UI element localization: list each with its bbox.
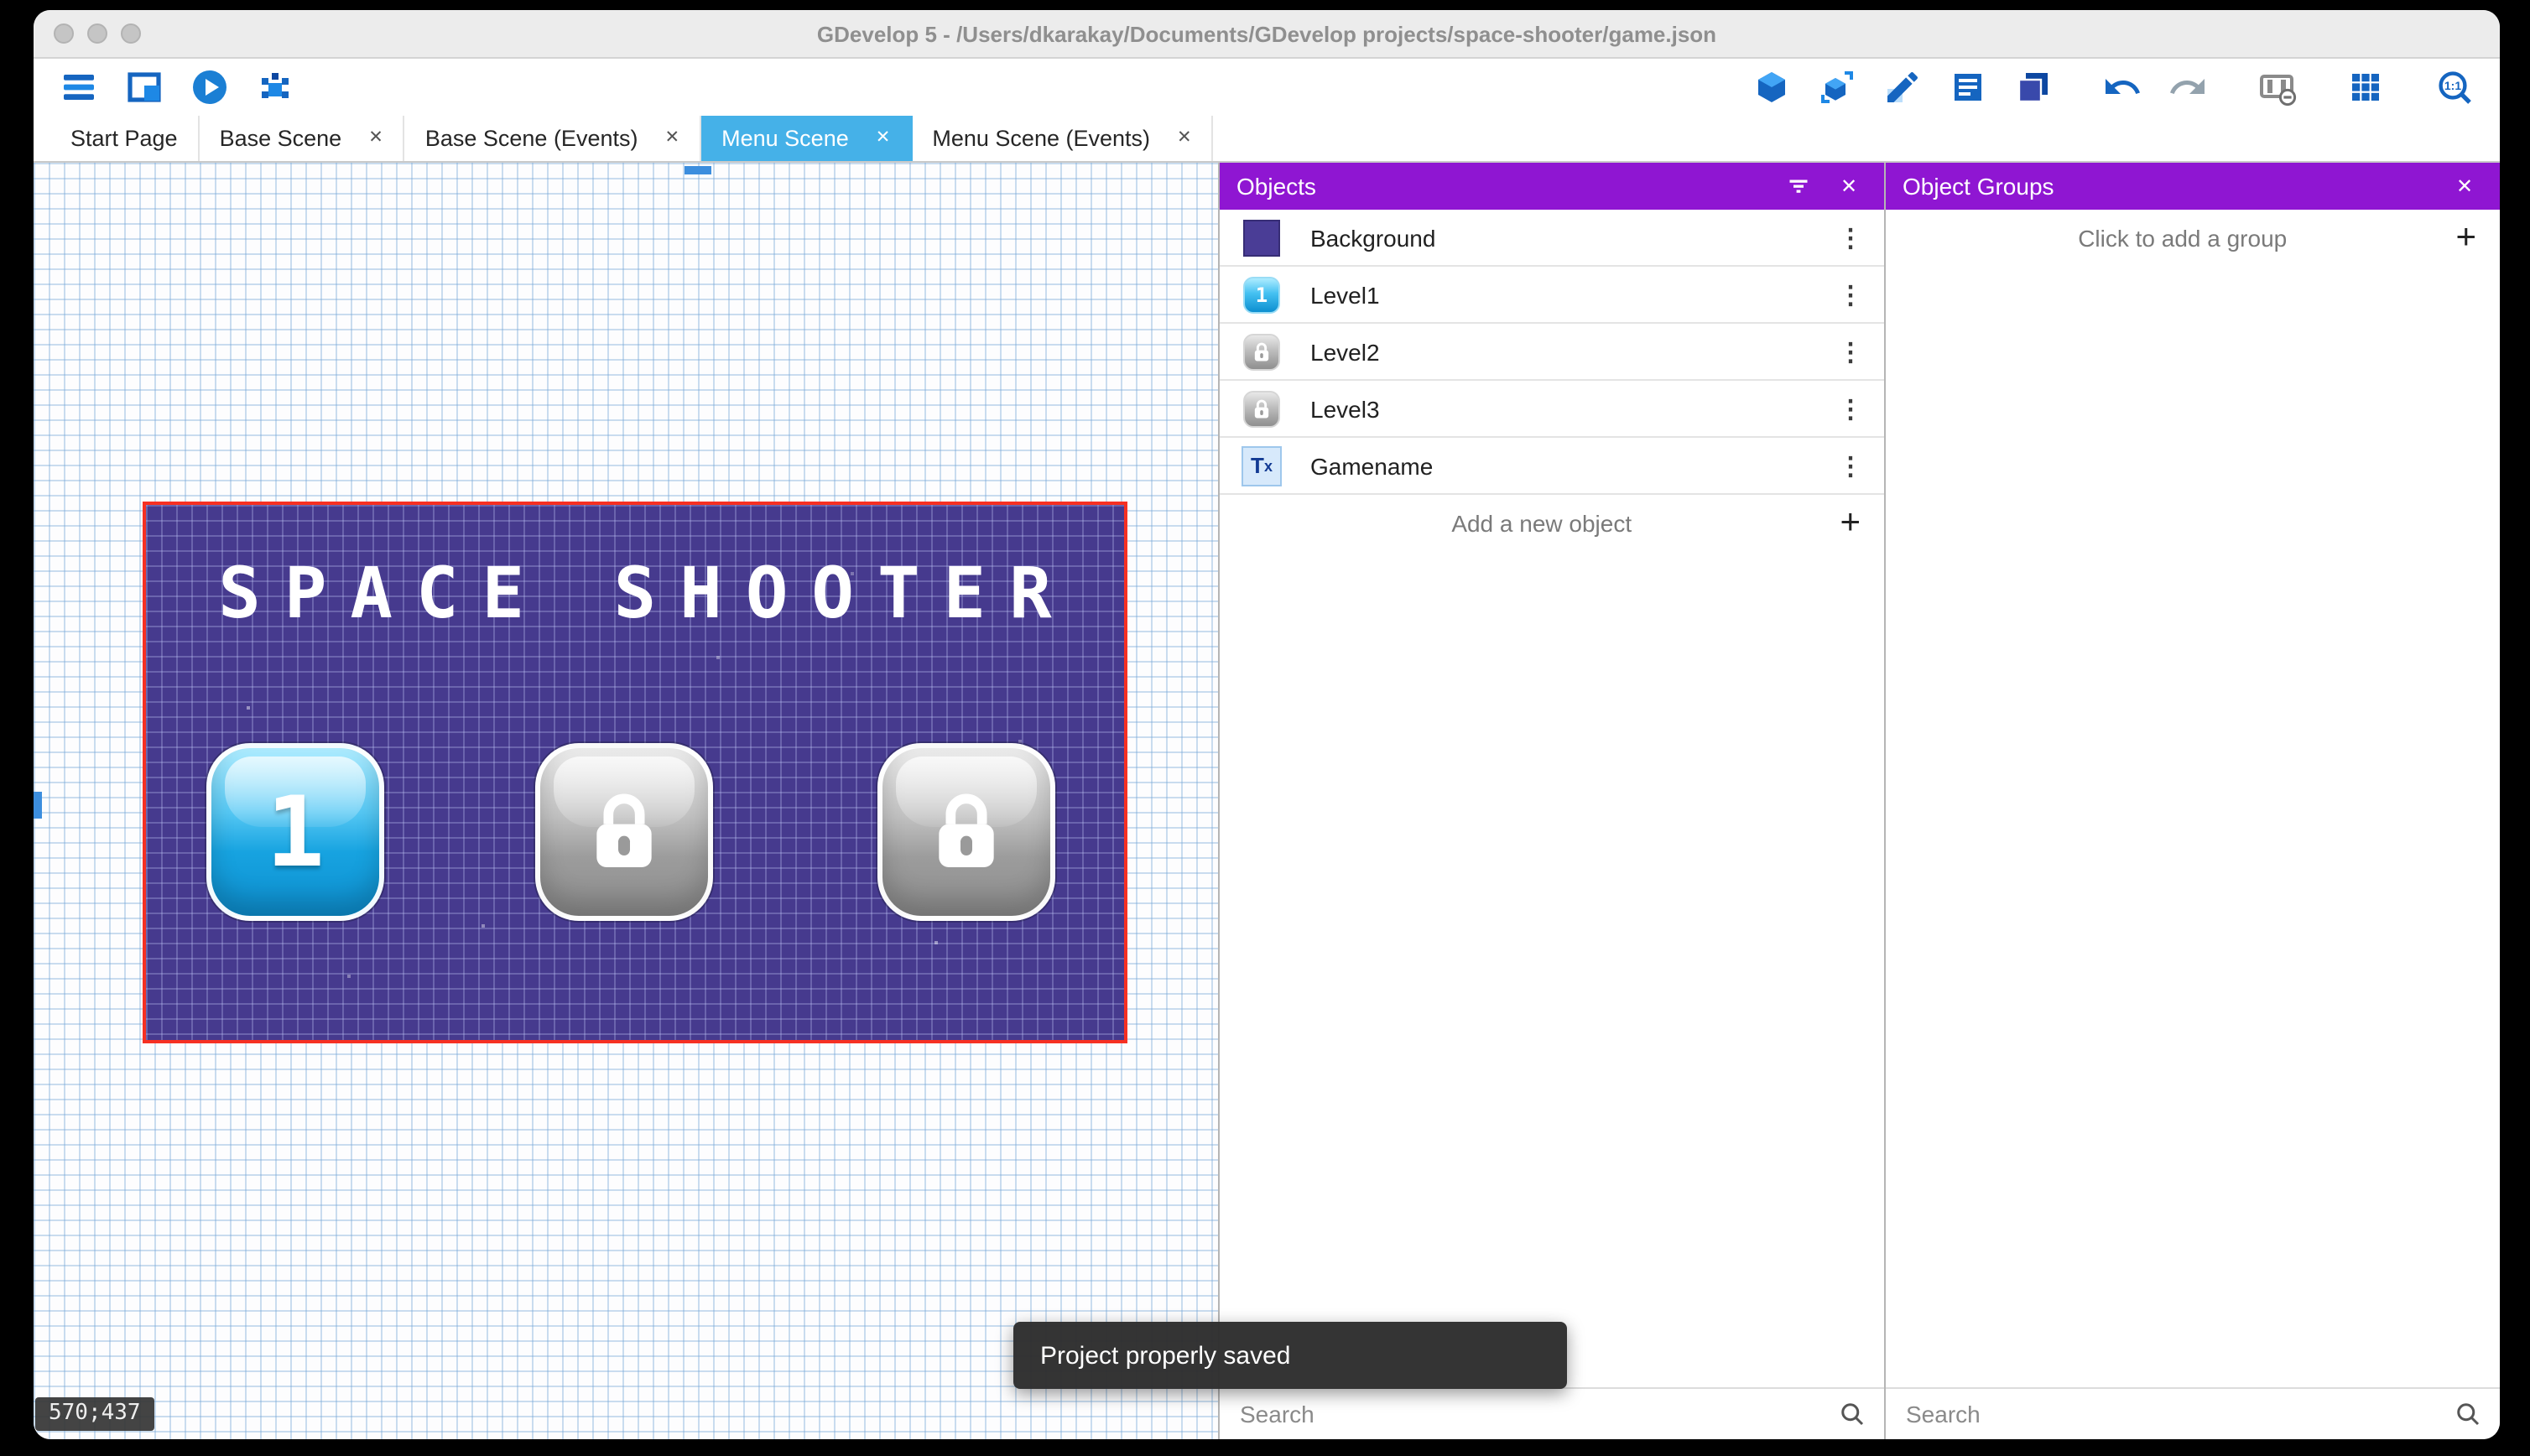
gdevelop-window: GDevelop 5 - /Users/dkarakay/Documents/G… <box>34 10 2500 1439</box>
lock-icon <box>939 793 994 867</box>
toggle-grid-icon[interactable] <box>2344 65 2387 109</box>
undo-icon[interactable] <box>2101 65 2144 109</box>
window-title: GDevelop 5 - /Users/dkarakay/Documents/G… <box>816 21 1717 46</box>
instances-list-icon[interactable] <box>1946 65 1990 109</box>
search-icon <box>1841 1403 1864 1426</box>
close-window-button[interactable] <box>54 23 74 44</box>
level1-button-instance[interactable]: 1 <box>206 743 384 921</box>
search-icon <box>2457 1403 2480 1426</box>
properties-icon[interactable] <box>1881 65 1924 109</box>
text-object-icon: Tx <box>1240 444 1283 487</box>
close-panel-icon[interactable]: ✕ <box>2446 174 2483 198</box>
object-groups-panel-title: Object Groups <box>1903 173 2054 200</box>
level1-digit: 1 <box>266 775 325 889</box>
toolbar-right-group: 1:1 <box>1750 65 2476 109</box>
add-object-row: Add a new object + <box>1220 495 1884 550</box>
traffic-lights <box>54 10 141 57</box>
close-tab-icon[interactable]: ✕ <box>876 129 891 148</box>
filter-icon[interactable] <box>1780 171 1817 201</box>
locked-button-icon <box>1240 387 1283 430</box>
tab-bar: Start Page Base Scene ✕ Base Scene (Even… <box>34 116 2500 163</box>
svg-text:1:1: 1:1 <box>2444 79 2461 92</box>
object-row-level3[interactable]: Level3 ⋮ <box>1220 381 1884 438</box>
scene-canvas[interactable]: SPACE SHOOTER 1 570;437 <box>34 163 1220 1439</box>
level3-button-instance[interactable] <box>877 743 1055 921</box>
close-tab-icon[interactable]: ✕ <box>665 129 680 148</box>
cursor-coordinates-badge: 570;437 <box>35 1397 154 1431</box>
object-row-background[interactable]: Background ⋮ <box>1220 210 1884 267</box>
background-swatch-icon <box>1240 216 1283 259</box>
level2-button-instance[interactable] <box>535 743 713 921</box>
zoom-window-button[interactable] <box>121 23 141 44</box>
objects-panel-header: Objects ✕ <box>1220 163 1884 210</box>
tab-start-page[interactable]: Start Page <box>50 116 200 161</box>
add-object-button[interactable]: Add a new object <box>1243 509 1840 536</box>
objects-editor-icon[interactable] <box>1750 65 1793 109</box>
objects-panel-empty-space <box>1220 550 1884 1387</box>
lock-icon <box>596 793 652 867</box>
level1-button-icon: 1 <box>1240 273 1283 316</box>
main-content: SPACE SHOOTER 1 570;437 Objects ✕ Backgr… <box>34 163 2500 1439</box>
close-tab-icon[interactable]: ✕ <box>368 129 383 148</box>
object-menu-kebab-icon[interactable]: ⋮ <box>1837 222 1864 252</box>
objects-panel: Objects ✕ Background ⋮ 1 Level1 ⋮ Level2… <box>1220 163 1884 1439</box>
tab-base-scene[interactable]: Base Scene ✕ <box>200 116 405 161</box>
toolbar: 1:1 <box>34 59 2500 116</box>
object-menu-kebab-icon[interactable]: ⋮ <box>1837 450 1864 481</box>
groups-search-row <box>1886 1387 2500 1439</box>
layers-icon[interactable] <box>2012 65 2055 109</box>
gamename-text-instance[interactable]: SPACE SHOOTER <box>146 552 1124 634</box>
groups-search-input[interactable] <box>1903 1399 2453 1429</box>
locked-button-icon <box>1240 330 1283 373</box>
add-group-button[interactable]: Click to add a group <box>1909 224 2455 251</box>
tab-base-scene-events[interactable]: Base Scene (Events) ✕ <box>405 116 702 161</box>
add-group-row: Click to add a group + <box>1886 210 2500 265</box>
zoom-one-to-one-icon[interactable]: 1:1 <box>2433 65 2476 109</box>
saved-snackbar: Project properly saved <box>1013 1322 1567 1389</box>
background-instance[interactable]: SPACE SHOOTER 1 <box>143 502 1127 1043</box>
object-groups-panel: Object Groups ✕ Click to add a group + <box>1884 163 2500 1439</box>
close-panel-icon[interactable]: ✕ <box>1830 174 1867 198</box>
object-row-level1[interactable]: 1 Level1 ⋮ <box>1220 267 1884 324</box>
objects-panel-title: Objects <box>1236 173 1316 200</box>
toolbar-left-group <box>57 65 297 109</box>
object-menu-kebab-icon[interactable]: ⋮ <box>1837 393 1864 424</box>
object-groups-editor-icon[interactable] <box>1815 65 1859 109</box>
debug-icon[interactable] <box>253 65 297 109</box>
minimize-window-button[interactable] <box>87 23 107 44</box>
close-tab-icon[interactable]: ✕ <box>1177 129 1192 148</box>
desktop: GDevelop 5 - /Users/dkarakay/Documents/G… <box>0 0 2530 1456</box>
vertical-scroll-thumb[interactable] <box>34 792 42 819</box>
object-groups-panel-header: Object Groups ✕ <box>1886 163 2500 210</box>
add-object-plus-icon[interactable]: + <box>1840 505 1861 540</box>
tab-menu-scene[interactable]: Menu Scene ✕ <box>701 116 913 161</box>
add-group-plus-icon[interactable]: + <box>2455 220 2476 255</box>
redo-icon[interactable] <box>2166 65 2210 109</box>
object-row-level2[interactable]: Level2 ⋮ <box>1220 324 1884 381</box>
objects-search-row <box>1220 1387 1884 1439</box>
objects-search-input[interactable] <box>1236 1399 1837 1429</box>
scene-editor-icon[interactable] <box>122 65 166 109</box>
object-row-gamename[interactable]: Tx Gamename ⋮ <box>1220 438 1884 495</box>
project-manager-icon[interactable] <box>57 65 101 109</box>
start-preview-icon[interactable] <box>188 65 232 109</box>
stars-decoration <box>146 505 149 508</box>
titlebar: GDevelop 5 - /Users/dkarakay/Documents/G… <box>34 10 2500 59</box>
object-menu-kebab-icon[interactable]: ⋮ <box>1837 279 1864 309</box>
preview-options-icon[interactable] <box>2255 65 2298 109</box>
groups-panel-empty-space <box>1886 265 2500 1387</box>
object-menu-kebab-icon[interactable]: ⋮ <box>1837 336 1864 367</box>
horizontal-scroll-thumb[interactable] <box>685 166 711 174</box>
tab-menu-scene-events[interactable]: Menu Scene (Events) ✕ <box>912 116 1214 161</box>
